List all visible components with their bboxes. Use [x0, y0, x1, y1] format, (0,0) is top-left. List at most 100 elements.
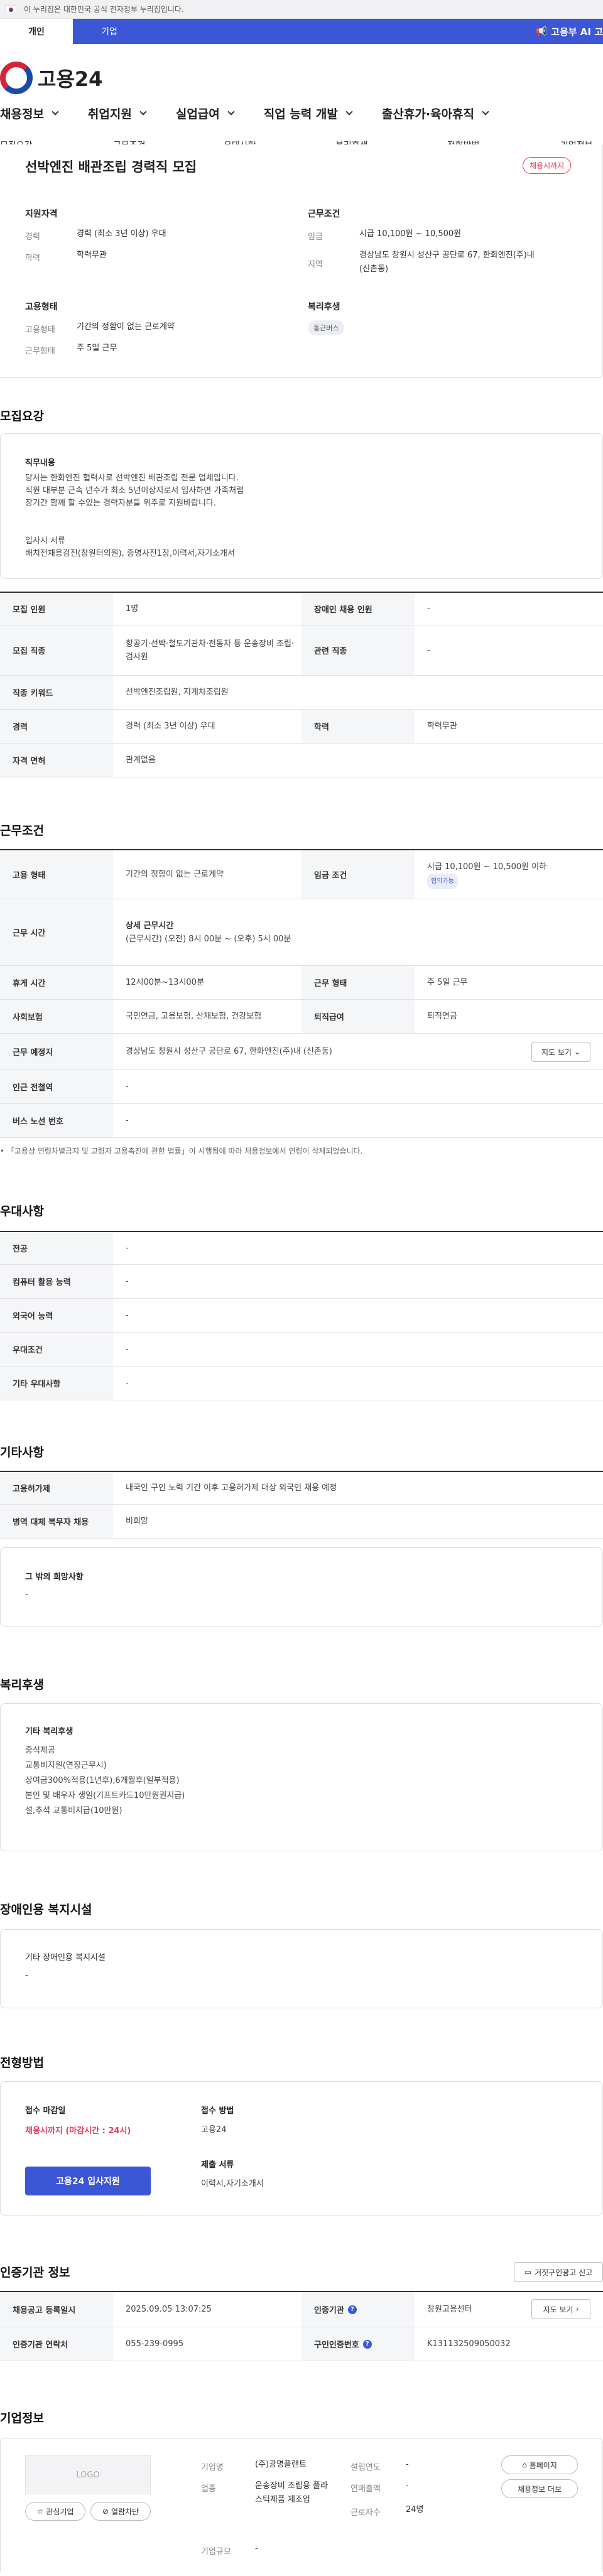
row-header: 인증기관 연락처: [0, 2327, 113, 2361]
row-value: -: [126, 1082, 129, 1091]
chevron-down-icon: [345, 107, 353, 116]
cert-map-label: 지도 보기: [543, 2305, 573, 2314]
age-note-text: 「고용상 연령차별금지 및 고령자 고용촉진에 관한 법률」이 시행됨에 따라 …: [6, 1147, 363, 1155]
duty-title: 직무내용: [25, 458, 55, 468]
wage-cell: 시급 10,100원 ~ 10,500원 이하 협의가능: [427, 850, 597, 899]
menu-item-jobs[interactable]: 채용정보: [0, 100, 59, 126]
row-value: 2025.09.05 13:07:25: [126, 2305, 212, 2314]
menu-label: 출산휴가·육아휴직: [381, 107, 474, 121]
row-value: -: [427, 646, 430, 655]
taegeuk-logo-icon: [0, 62, 33, 94]
qual-title: 지원자격: [25, 209, 58, 219]
row-header-cert: 인증기관?: [302, 2292, 415, 2327]
disability-value: -: [25, 1971, 28, 1980]
tab-company[interactable]: 기업: [73, 19, 146, 44]
company-field-value: -: [406, 2460, 409, 2469]
row-header: 채용공고 등록일시: [0, 2292, 113, 2327]
row-value: 항공기·선박·철도기관차·전동차 등 운송장비 조립·검사원: [126, 639, 295, 662]
menu-item-unemployment[interactable]: 실업급여: [176, 100, 235, 126]
table-row: 모집 직종 항공기·선박·철도기관차·전동차 등 운송장비 조립·검사원 관련 …: [0, 625, 603, 676]
company-field-key: 기업규모: [201, 2547, 231, 2557]
apply-button[interactable]: 고용24 입사지원: [25, 2167, 151, 2195]
table-row: 사회보험 국민연금, 고용보험, 산재보험, 건강보험 퇴직급여 퇴직연금: [0, 1000, 603, 1034]
row-value: 내국인 구인 노력 기간 이후 고용허가제 대상 외국인 채용 예정: [126, 1483, 337, 1493]
table-row: 우대조건 -: [0, 1333, 603, 1366]
deadline-value: 채용시까지 (마감시간 : 24시): [25, 2126, 131, 2136]
row-value: -: [126, 1116, 129, 1125]
row-header: 임금 조건: [302, 850, 415, 899]
row-value: -: [126, 1311, 129, 1320]
row-header: 병역 대체 복무자 채용: [0, 1505, 113, 1538]
row-header-label: 인증기관: [314, 2306, 344, 2315]
row-value: 관계없음: [126, 755, 156, 765]
chevron-down-icon: [139, 107, 147, 116]
block-label: 열람차단: [111, 2507, 139, 2516]
qual-key: 경력: [25, 232, 40, 242]
home-icon: ⌂: [522, 2460, 527, 2469]
row-value: -: [126, 1345, 129, 1354]
welfare-tag: 통근버스: [308, 320, 345, 335]
table-row: 고용허가제 내국인 구인 노력 기간 이후 고용허가제 대상 외국인 채용 예정: [0, 1471, 603, 1505]
ai-link-label: 고용부 AI 고: [551, 26, 603, 38]
duty-text: 당사는 한화엔진 협력사로 선박엔진 배관조립 전문 업체입니다. 직원 대부분…: [25, 474, 244, 558]
menu-label: 취업지원: [87, 107, 132, 121]
table-row: 휴게 시간 12시00분~13시00분 근무 형태 주 5일 근무: [0, 966, 603, 1000]
row-header: 모집 인원: [0, 593, 113, 625]
row-value: 경력 (최소 3년 이상) 우대: [126, 722, 215, 731]
menu-item-leave[interactable]: 출산휴가·육아휴직: [381, 100, 489, 126]
row-value: -: [427, 604, 430, 614]
table-row: 경력 경력 (최소 3년 이상) 우대 학력 학력무관: [0, 710, 603, 744]
table-row: 직종 키워드 선박엔진조립원, 지게차조립원: [0, 676, 603, 710]
row-header: 근무 예정지: [0, 1034, 113, 1069]
docs-value: 이력서,자기소개서: [201, 2179, 264, 2189]
other-wishes-title: 그 밖의 희망사항: [25, 1572, 84, 1582]
company-field-key: 기업명: [201, 2463, 224, 2472]
row-header: 버스 노선 번호: [0, 1104, 113, 1137]
section-title-benefits: 복리후생: [0, 1678, 44, 1692]
company-field-value: 24명: [406, 2505, 424, 2514]
row-value: 선박엔진조립원, 지게차조립원: [126, 688, 229, 697]
section-title-cert: 인증기관 정보: [0, 2266, 70, 2280]
row-header: 우대조건: [0, 1333, 113, 1366]
korea-flag-icon: [5, 5, 16, 13]
site-logo[interactable]: 고용24: [0, 62, 102, 94]
favorite-company-button[interactable]: ☆ 관심기업: [25, 2502, 85, 2521]
row-value: 창원고용센터: [427, 2305, 472, 2314]
method-title: 접수 방법: [201, 2106, 234, 2116]
report-fake-ad-button[interactable]: ▭ 거짓구인광고 신고: [514, 2262, 603, 2282]
menu-item-training[interactable]: 직업 능력 개발: [264, 100, 353, 126]
menu-item-support[interactable]: 취업지원: [87, 100, 147, 126]
top-nav: 개인 기업 📢 고용부 AI 고: [0, 19, 603, 44]
emp-value: 기간의 정함이 없는 근로계약: [77, 322, 175, 332]
company-field-key: 연매출액: [350, 2484, 381, 2494]
detail-hours-title: 상세 근무시간: [126, 921, 174, 931]
table-row: 전공 -: [0, 1231, 603, 1265]
cond-title: 근무조건: [308, 209, 340, 219]
chevron-down-icon: [227, 107, 235, 116]
row-value: 경상남도 창원시 성산구 공단로 67, 한화엔진(주)내 (신촌동): [126, 1047, 332, 1056]
qual-value: 학력무관: [77, 251, 107, 260]
company-field-value: 운송장비 조립용 플라스틱제품 제조업: [255, 2481, 328, 2504]
homepage-button[interactable]: ⌂ 홈페이지: [501, 2455, 578, 2474]
cert-map-button[interactable]: 지도 보기 ›: [531, 2299, 590, 2319]
company-jobs-button[interactable]: 채용정보 더보: [501, 2479, 578, 2498]
menu-label: 채용정보: [0, 107, 44, 121]
row-header: 외국어 능력: [0, 1299, 113, 1332]
help-icon[interactable]: ?: [362, 2339, 372, 2349]
company-field-value: -: [406, 2481, 409, 2491]
row-header: 직종 키워드: [0, 676, 113, 709]
row-header: 휴게 시간: [0, 966, 113, 999]
row-header: 관련 직종: [302, 625, 415, 675]
company-field-key: 근로자수: [350, 2508, 381, 2518]
other-wishes-value: -: [25, 1590, 28, 1599]
map-view-button[interactable]: 지도 보기 ⌄: [531, 1042, 590, 1062]
other-wishes-card: [0, 1547, 603, 1626]
row-value: 055-239-0995: [126, 2339, 184, 2349]
emp-key: 근무형태: [25, 347, 55, 356]
block-company-button[interactable]: ⊘ 열람차단: [90, 2502, 151, 2521]
row-header: 컴퓨터 활용 능력: [0, 1265, 113, 1298]
help-icon[interactable]: ?: [347, 2305, 357, 2314]
negotiable-chip: 협의가능: [427, 873, 458, 889]
ai-link[interactable]: 📢 고용부 AI 고: [535, 19, 603, 44]
tab-personal[interactable]: 개인: [0, 19, 73, 44]
